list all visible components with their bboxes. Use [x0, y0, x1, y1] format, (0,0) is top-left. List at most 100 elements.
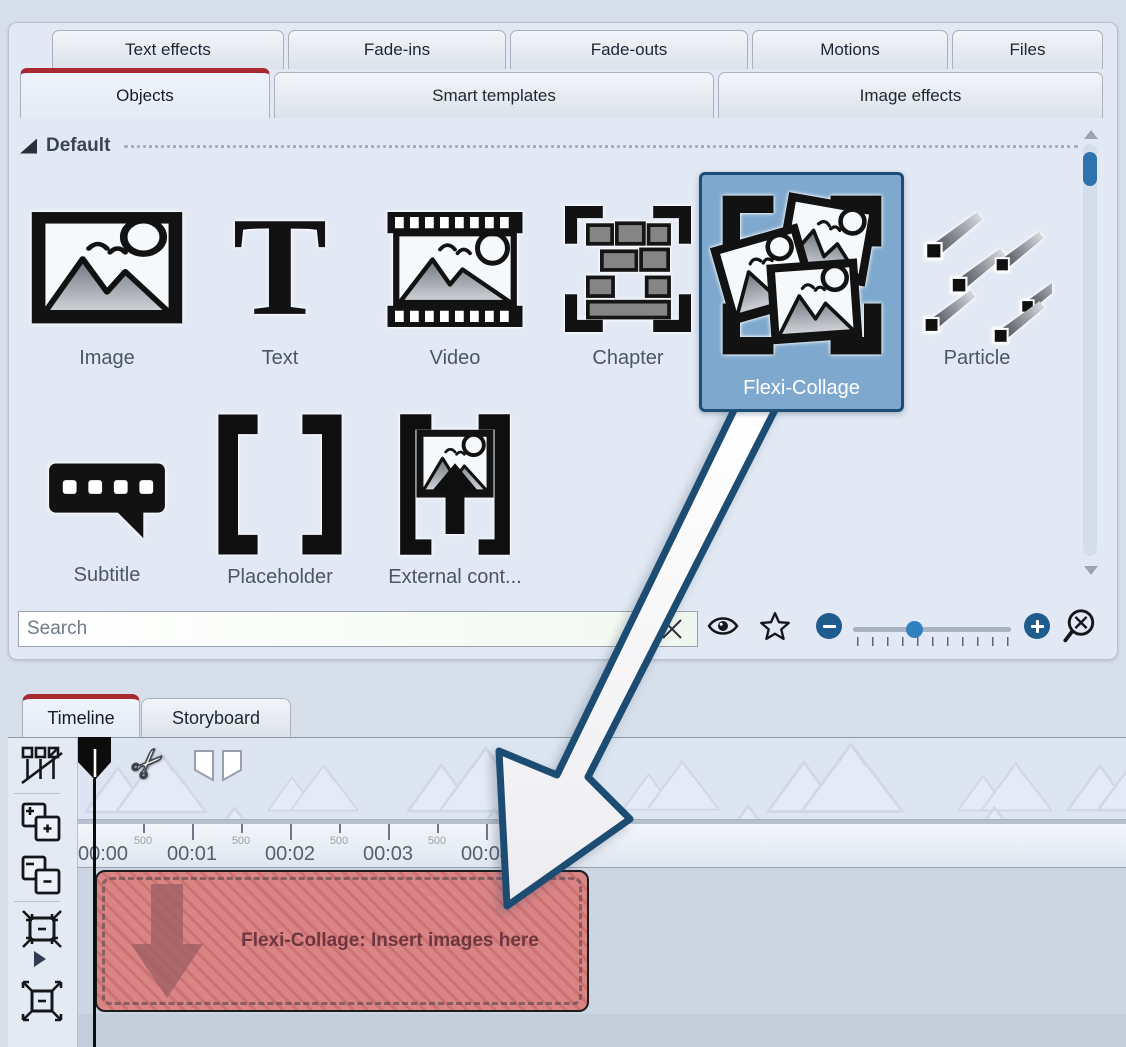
zoom-in-button[interactable]	[1024, 613, 1050, 639]
tab-label: Storyboard	[172, 708, 260, 729]
squares-plus-button[interactable]	[20, 801, 62, 848]
image-icon	[31, 200, 183, 338]
tracks-slash-icon	[20, 745, 64, 787]
object-tile-chapter[interactable]: Chapter	[548, 200, 708, 370]
thumbnail-size-slider[interactable]	[853, 627, 1011, 632]
tab-timeline[interactable]: Timeline	[22, 694, 140, 738]
minus-icon	[823, 625, 836, 628]
ruler-tick-minor	[437, 824, 439, 833]
text-icon: T	[220, 200, 340, 338]
ruler-tick-major	[192, 824, 194, 840]
video-icon	[380, 200, 530, 338]
eye-icon	[706, 614, 740, 638]
section-divider	[124, 145, 1078, 148]
tab-label: Objects	[116, 86, 174, 106]
chapter-icon	[558, 200, 698, 338]
tab-text-effects[interactable]: Text effects	[52, 30, 284, 69]
clear-search-icon	[659, 616, 685, 642]
tracks-slash-button[interactable]	[20, 745, 64, 792]
object-tile-placeholder[interactable]: Placeholder	[200, 412, 360, 589]
subtitle-icon	[43, 425, 171, 555]
tab-label: Motions	[820, 40, 880, 60]
object-tile-label: Text	[262, 347, 299, 370]
tab-files[interactable]: Files	[952, 30, 1103, 69]
tab-label: Image effects	[860, 86, 962, 106]
zoom-out-button[interactable]	[816, 613, 842, 639]
tab-label: Files	[1010, 40, 1046, 60]
tab-label: Timeline	[47, 708, 114, 729]
ruler-tick-major	[584, 824, 586, 840]
object-tile-image[interactable]: Image	[27, 200, 187, 370]
object-tile-label: Chapter	[592, 347, 663, 370]
ruler-second-label: 00:02	[255, 843, 325, 866]
clear-search-button[interactable]	[646, 611, 698, 647]
favorites-button[interactable]	[758, 610, 792, 649]
scrollbar-up-arrow[interactable]	[1084, 130, 1098, 139]
collapse-triangle-icon[interactable]	[20, 139, 37, 154]
object-tile-subtitle[interactable]: Subtitle	[27, 425, 187, 587]
tab-motions[interactable]: Motions	[752, 30, 948, 69]
ruler-tick-minor	[143, 824, 145, 833]
object-tile-label: Particle	[944, 347, 1011, 370]
slider-thumb[interactable]	[906, 621, 923, 638]
scrollbar-down-arrow[interactable]	[1084, 566, 1098, 575]
squares-minus-button[interactable]	[20, 854, 62, 901]
object-tile-external-content[interactable]: External cont...	[375, 412, 535, 589]
tab-objects[interactable]: Objects	[20, 68, 270, 118]
timeline-ruler[interactable]: 500 500 500 500 00:00 00:01 00:02 00:03 …	[78, 824, 1126, 867]
ruler-tick-minor	[241, 824, 243, 833]
tab-smart-templates[interactable]: Smart templates	[274, 72, 714, 118]
tab-label: Text effects	[125, 40, 211, 60]
object-tile-video[interactable]: Video	[375, 200, 535, 370]
tab-storyboard[interactable]: Storyboard	[141, 698, 291, 738]
object-tile-flexi-collage[interactable]: Flexi-Collage	[699, 172, 904, 412]
section-header-default[interactable]: Default	[20, 133, 1078, 159]
frame-arrows-out-icon	[20, 980, 64, 1022]
search-input[interactable]	[18, 611, 646, 647]
timeline-below-area	[78, 1014, 1126, 1047]
section-title: Default	[46, 135, 110, 157]
ruler-tick-minor	[535, 824, 537, 833]
visibility-toggle-button[interactable]	[706, 614, 740, 643]
playhead-flag-icon	[78, 737, 112, 781]
svg-text:T: T	[233, 202, 327, 337]
object-tile-label: External cont...	[388, 566, 521, 589]
cut-button[interactable]: ✂	[132, 744, 166, 784]
particle-icon	[902, 200, 1052, 338]
tab-label: Fade-ins	[364, 40, 430, 60]
slider-ticks	[857, 637, 1009, 646]
object-tile-particle[interactable]: Particle	[897, 200, 1057, 370]
flexi-collage-dropzone[interactable]: Flexi-Collage: Insert images here	[95, 870, 589, 1012]
toolbar-separator	[14, 793, 60, 794]
tab-fade-ins[interactable]: Fade-ins	[288, 30, 506, 69]
tab-image-effects[interactable]: Image effects	[718, 72, 1103, 118]
object-tile-text[interactable]: T Text	[200, 200, 360, 370]
object-tile-label: Subtitle	[74, 564, 141, 587]
tab-fade-outs[interactable]: Fade-outs	[510, 30, 748, 69]
tab-label: Fade-outs	[591, 40, 668, 60]
playhead-line	[93, 779, 96, 1047]
object-tile-label: Image	[79, 347, 135, 370]
split-icon	[194, 750, 242, 784]
object-tile-label: Video	[430, 347, 481, 370]
split-button[interactable]	[194, 750, 242, 789]
ruler-tick-minor	[339, 824, 341, 833]
scrollbar-thumb[interactable]	[1083, 152, 1097, 186]
squares-plus-icon	[20, 801, 62, 843]
frame-arrows-in-button[interactable]	[20, 908, 64, 955]
frame-arrows-out-button[interactable]	[20, 980, 64, 1027]
ruler-tick-major	[388, 824, 390, 840]
scrollbar-track[interactable]	[1083, 144, 1097, 556]
ruler-second-label: 00:03	[353, 843, 423, 866]
external-content-icon	[396, 412, 514, 557]
placeholder-icon	[210, 412, 350, 557]
ruler-tick-major	[486, 824, 488, 840]
object-tile-label: Flexi-Collage	[743, 377, 860, 400]
object-tile-label: Placeholder	[227, 566, 333, 589]
magnifier-x-icon	[1062, 608, 1100, 646]
ruler-second-label: 00:00	[78, 843, 148, 866]
ruler-second-label: 00:01	[157, 843, 227, 866]
zoom-reset-button[interactable]	[1062, 608, 1100, 651]
plus-icon-vertical	[1036, 620, 1039, 633]
dropdown-triangle-icon[interactable]	[34, 951, 46, 967]
